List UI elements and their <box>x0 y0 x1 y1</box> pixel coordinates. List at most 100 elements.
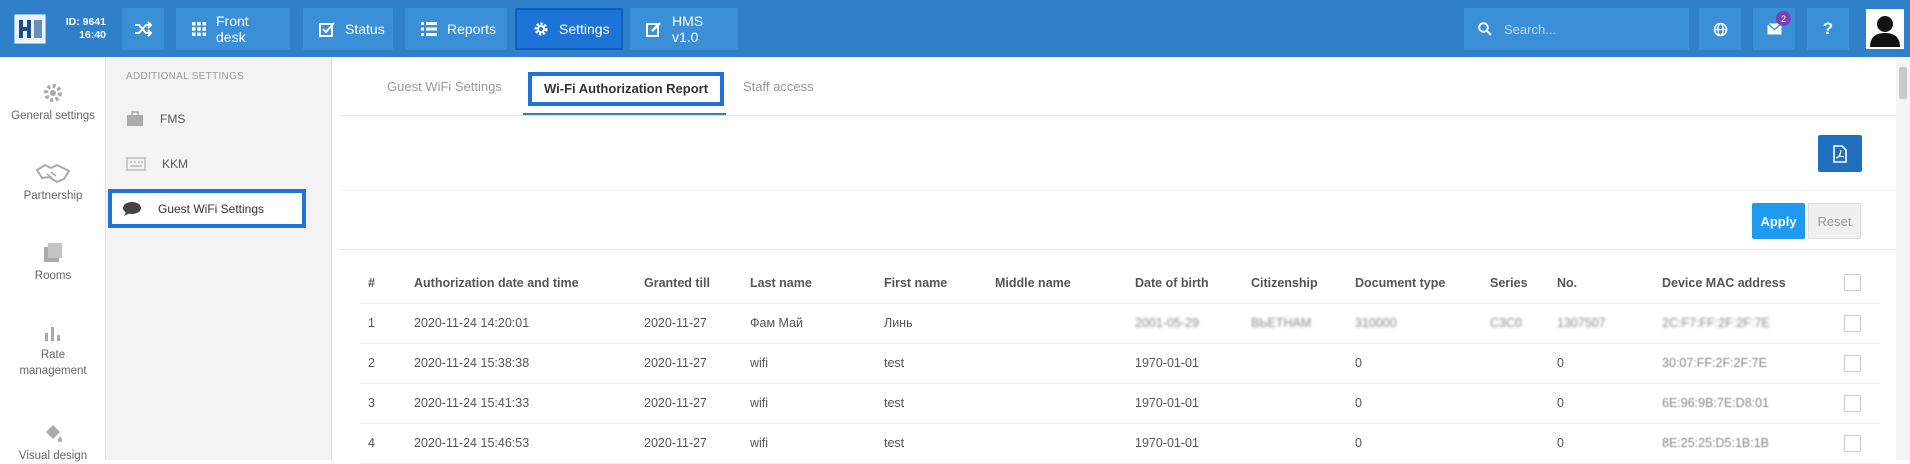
table-cell: 1 <box>360 303 406 344</box>
column-header: Citizenship <box>1243 263 1347 304</box>
table-cell: 8E:25:25:D5:1B:1B <box>1654 423 1824 464</box>
sidebar-item-label: Rate management <box>19 349 87 377</box>
divider <box>340 249 1896 250</box>
apply-button[interactable]: Apply <box>1752 203 1805 239</box>
table-row[interactable]: 3 2020-11-24 15:41:33 2020-11-27 wifi te… <box>360 383 1880 424</box>
column-header: Series <box>1482 263 1549 304</box>
table-cell: 2020-11-27 <box>636 343 742 384</box>
help-icon: ? <box>1822 19 1834 38</box>
table-cell <box>987 343 1127 384</box>
nav-label: Settings <box>559 21 610 37</box>
table-row[interactable]: 1 2020-11-24 14:20:01 2020-11-27 Фам Май… <box>360 303 1880 344</box>
sidebar-item-label: Visual design <box>18 450 88 462</box>
export-pdf-button[interactable] <box>1818 135 1862 172</box>
table-cell: 2020-11-27 <box>636 303 742 344</box>
page-scrollbar[interactable] <box>1896 57 1910 460</box>
column-header: No. <box>1549 263 1654 304</box>
table-cell: C3C0 <box>1482 303 1549 344</box>
globe-icon <box>1713 22 1727 36</box>
column-header: Device MAC address <box>1654 263 1824 304</box>
paint-bucket-icon <box>46 425 62 442</box>
nav-label: HMS v1.0 <box>672 13 704 45</box>
row-select-cell <box>1824 303 1880 344</box>
table-cell: 2020-11-24 15:38:38 <box>406 343 636 384</box>
chat-bubble-icon <box>123 201 141 216</box>
subnav-item-guest-wifi-settings[interactable]: Guest WiFi Settings <box>108 189 306 228</box>
tab-wifi-authorization-report[interactable]: Wi-Fi Authorization Report <box>528 72 725 106</box>
briefcase-icon <box>127 111 143 126</box>
table-cell: 2020-11-24 15:41:33 <box>406 383 636 424</box>
sidebar-item-visual-design[interactable]: Visual design <box>0 422 106 464</box>
sidebar-item-label: Rooms <box>34 270 72 282</box>
row-checkbox[interactable] <box>1843 354 1861 372</box>
active-tab-indicator <box>523 113 726 115</box>
table-cell: 0 <box>1347 343 1482 384</box>
nav-label: Front desk <box>216 13 249 45</box>
row-checkbox[interactable] <box>1843 314 1861 332</box>
sidebar-item-partnership[interactable]: Partnership <box>0 162 106 204</box>
hotel-id-clock: ID: 9641 16:40 <box>58 16 106 42</box>
row-select-cell <box>1824 343 1880 384</box>
table-row[interactable]: 2 2020-11-24 15:38:38 2020-11-27 wifi te… <box>360 343 1880 384</box>
sidebar-item-general-settings[interactable]: General settings <box>0 82 106 124</box>
subnav-item-kkm[interactable]: KKM <box>106 146 332 182</box>
settings-sidebar: General settings Partnership Rooms Rate … <box>0 57 106 462</box>
table-cell: 0 <box>1549 343 1654 384</box>
row-checkbox[interactable] <box>1843 394 1861 412</box>
search-box[interactable] <box>1464 8 1689 50</box>
nav-label: Reports <box>447 21 497 37</box>
subnav-item-label: Guest WiFi Settings <box>158 201 265 216</box>
nav-reports[interactable]: Reports <box>405 8 507 50</box>
table-cell: 6E:96:9B:7E:D8:01 <box>1654 383 1824 424</box>
table-cell: test <box>876 383 987 424</box>
column-header: Granted till <box>636 263 742 304</box>
switch-button[interactable] <box>122 8 164 50</box>
table-row[interactable]: 4 2020-11-24 15:46:53 2020-11-27 wifi te… <box>360 423 1880 464</box>
avatar[interactable] <box>1866 9 1904 49</box>
table-cell: 1970-01-01 <box>1127 343 1243 384</box>
additional-settings-panel: ADDITIONAL SETTINGS FMS KKM Guest WiFi S… <box>106 57 332 460</box>
language-button[interactable] <box>1699 8 1741 50</box>
column-header: Date of birth <box>1127 263 1243 304</box>
table-cell: Фам Май <box>742 303 876 344</box>
row-select-cell <box>1824 383 1880 424</box>
table-cell <box>987 423 1127 464</box>
rooms-icon <box>44 243 62 262</box>
message-count-badge: 2 <box>1776 11 1791 26</box>
reset-button[interactable]: Reset <box>1808 203 1861 239</box>
nav-settings[interactable]: Settings <box>515 8 623 50</box>
messages-button[interactable]: 2 <box>1753 8 1795 50</box>
subnav-item-label: KKM <box>162 157 189 171</box>
search-input[interactable] <box>1504 21 1674 37</box>
table-cell: 3 <box>360 383 406 424</box>
nav-front-desk[interactable]: Front desk <box>176 8 290 50</box>
table-cell: 1307507 <box>1549 303 1654 344</box>
hotel-logo-icon[interactable] <box>14 14 46 44</box>
subnav-item-label: FMS <box>160 112 186 126</box>
help-button[interactable]: ? <box>1807 8 1849 50</box>
table-cell: wifi <box>742 343 876 384</box>
table-cell: 0 <box>1549 383 1654 424</box>
nav-label: Status <box>345 21 385 37</box>
checkbox-icon <box>319 21 335 37</box>
nav-status[interactable]: Status <box>303 8 393 50</box>
table-cell <box>1482 343 1549 384</box>
subnav-item-fms[interactable]: FMS <box>106 101 332 137</box>
select-all-column <box>1824 263 1880 304</box>
column-header: Middle name <box>987 263 1127 304</box>
sidebar-item-rate-management[interactable]: Rate management <box>0 323 106 379</box>
select-all-checkbox[interactable] <box>1843 274 1861 292</box>
table-cell: wifi <box>742 423 876 464</box>
sidebar-item-rooms[interactable]: Rooms <box>0 242 106 284</box>
table-cell: 2020-11-24 15:46:53 <box>406 423 636 464</box>
tab-guest-wifi-settings[interactable]: Guest WiFi Settings <box>387 79 502 94</box>
scrollbar-thumb[interactable] <box>1899 67 1907 99</box>
column-header: First name <box>876 263 987 304</box>
sidebar-item-label: General settings <box>11 110 95 122</box>
table-cell: test <box>876 343 987 384</box>
nav-hms[interactable]: HMS v1.0 <box>630 8 738 50</box>
tab-staff-access[interactable]: Staff access <box>743 79 814 94</box>
top-bar: ID: 9641 16:40 Front desk Status Reports… <box>0 0 1910 57</box>
row-checkbox[interactable] <box>1843 434 1861 452</box>
table-cell: 2020-11-27 <box>636 423 742 464</box>
